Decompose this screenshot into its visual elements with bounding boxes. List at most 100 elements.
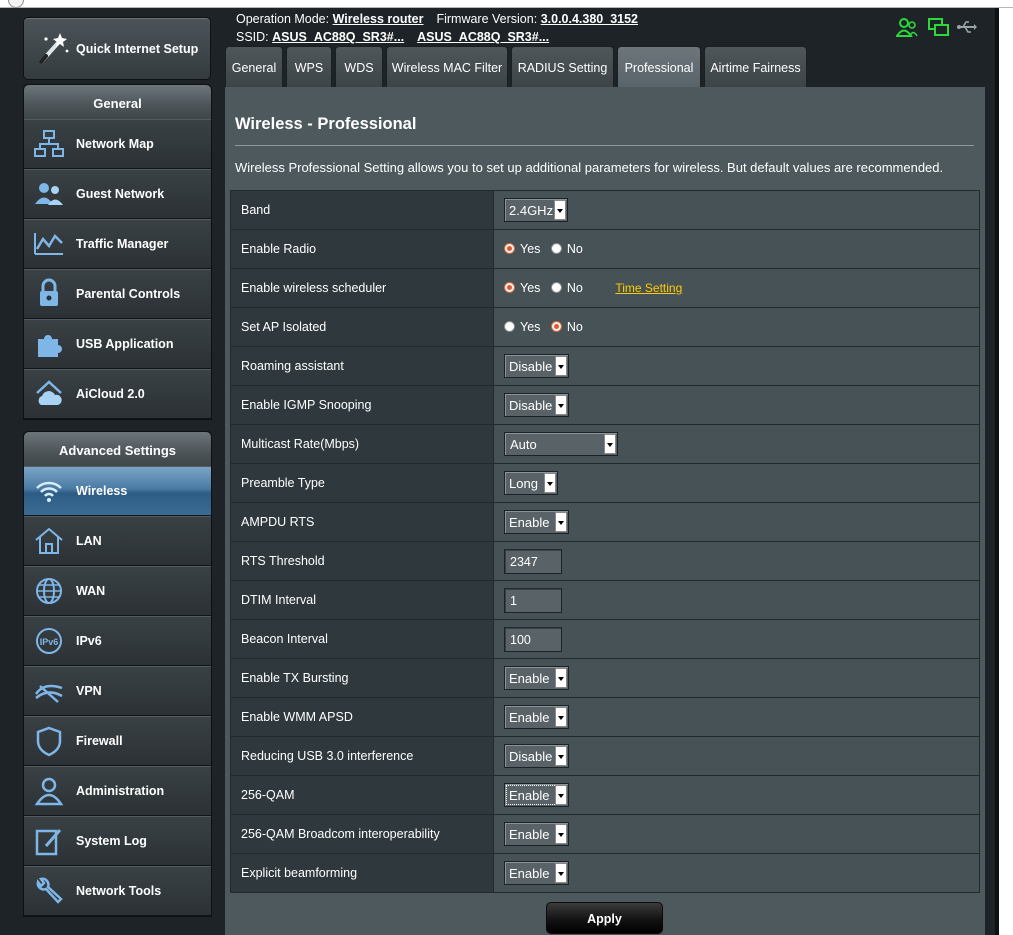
tab-wireless-mac-filter[interactable]: Wireless MAC Filter [386,46,508,87]
menu-item-usb-application[interactable]: USB Application [24,319,211,369]
setting-row-dtim-interval: DTIM Interval 1 [230,580,980,620]
rts-threshold-input[interactable]: 2347 [504,548,562,574]
band-select[interactable]: 2.4GHz [504,198,568,222]
beacon-interval-input[interactable]: 100 [504,626,562,652]
multicast-rate-select[interactable]: Auto [504,432,618,456]
menu-item-ipv6[interactable]: IPv6 IPv6 [24,616,211,666]
setting-label: DTIM Interval [230,580,494,620]
menu-item-vpn[interactable]: VPN [24,666,211,716]
firmware-version-link[interactable]: 3.0.0.4.380_3152 [541,12,638,26]
qam256-select[interactable]: Enable [504,783,569,807]
tab-airtime-fairness[interactable]: Airtime Fairness [704,46,807,87]
tx-bursting-select[interactable]: Enable [504,666,569,690]
quick-internet-setup-label: Quick Internet Setup [76,41,199,56]
ssid-link-2[interactable]: ASUS_AC88Q_SR3#... [417,30,549,44]
radio-label: No [566,242,583,257]
menu-item-label: WAN [76,584,106,598]
tab-professional[interactable]: Professional [617,46,701,87]
wmm-apsd-select[interactable]: Enable [504,705,569,729]
network-tools-wrench-icon [36,877,63,904]
setting-label: Multicast Rate(Mbps) [230,424,494,464]
network-map-icon [34,130,64,157]
usb3-interference-select[interactable]: Disable [504,744,569,768]
client-status-icon[interactable] [896,16,918,38]
traffic-manager-icon [34,233,63,255]
menu-item-label: Traffic Manager [76,237,169,251]
operation-mode-link[interactable]: Wireless router [333,12,424,26]
main-panel: Wireless - Professional Wireless Profess… [225,87,985,935]
ssid-label: SSID: [236,30,269,44]
setting-label: Enable IGMP Snooping [230,385,494,425]
setting-row-enable-radio: Enable Radio Yes No [230,229,980,269]
scheduler-yes-radio[interactable] [504,281,515,293]
status-icons [896,16,982,40]
tab-radius-setting[interactable]: RADIUS Setting [511,46,614,87]
general-menu-title: General [24,85,211,119]
roaming-assistant-select[interactable]: Disable [504,354,569,378]
router-status-info: Operation Mode: Wireless router Firmware… [236,10,638,46]
enable-radio-yes-radio[interactable] [504,242,515,254]
setting-label: Beacon Interval [230,619,494,659]
menu-item-label: Firewall [76,734,123,748]
menu-item-label: AiCloud 2.0 [76,387,145,401]
radio-label: Yes [520,320,541,335]
ssid-link-1[interactable]: ASUS_AC88Q_SR3#... [272,30,404,44]
menu-item-label: System Log [76,834,147,848]
menu-item-label: IPv6 [76,634,102,648]
window-right-edge [995,8,1013,935]
menu-item-administration[interactable]: Administration [24,766,211,816]
menu-item-label: USB Application [76,337,174,351]
menu-item-network-tools[interactable]: Network Tools [24,866,211,916]
usb-status-icon[interactable] [956,16,978,38]
menu-item-guest-network[interactable]: Guest Network [24,169,211,219]
menu-item-lan[interactable]: LAN [24,516,211,566]
guest-network-icon [35,183,63,205]
chevron-down-icon [555,824,567,844]
ampdu-rts-select[interactable]: Enable [504,510,569,534]
chevron-down-icon [555,707,567,727]
quick-internet-setup-button[interactable]: Quick Internet Setup [23,17,211,80]
scheduler-no-radio[interactable] [550,281,562,293]
wan-globe-icon [36,578,62,604]
chevron-down-icon [555,746,567,766]
ap-isolated-no-radio[interactable] [550,320,562,332]
menu-item-wan[interactable]: WAN [24,566,211,616]
menu-item-network-map[interactable]: Network Map [24,119,211,169]
page-title: Wireless - Professional [235,115,417,133]
menu-item-parental-controls[interactable]: Parental Controls [24,269,211,319]
network-status-icon[interactable] [928,16,950,38]
menu-item-firewall[interactable]: Firewall [24,716,211,766]
preamble-type-select[interactable]: Long [504,471,558,495]
setting-row-usb3-interference: Reducing USB 3.0 interference Disable [230,736,980,776]
time-setting-link[interactable]: Time Setting [615,281,682,295]
explicit-beamforming-select[interactable]: Enable [504,861,569,885]
menu-item-label: Wireless [76,484,128,498]
enable-radio-no-radio[interactable] [550,242,562,254]
wireless-icon [36,481,62,502]
tab-wds[interactable]: WDS [335,46,383,87]
qam256-broadcom-select[interactable]: Enable [504,822,569,846]
setting-label: Set AP Isolated [230,307,494,347]
setting-row-wmm-apsd: Enable WMM APSD Enable [230,697,980,737]
setting-row-rts-threshold: RTS Threshold 2347 [230,541,980,581]
radio-label: No [566,320,583,335]
menu-item-traffic-manager[interactable]: Traffic Manager [24,219,211,269]
apply-button[interactable]: Apply [546,902,663,934]
menu-item-wireless[interactable]: Wireless [24,466,211,516]
tab-general[interactable]: General [225,46,283,87]
setting-row-wireless-scheduler: Enable wireless scheduler Yes No Time Se… [230,268,980,308]
menu-item-label: VPN [76,684,102,698]
operation-mode-label: Operation Mode: [236,12,330,26]
menu-item-aicloud[interactable]: AiCloud 2.0 [24,369,211,419]
ap-isolated-yes-radio[interactable] [504,320,515,332]
tab-wps[interactable]: WPS [286,46,332,87]
setting-label: Enable wireless scheduler [230,268,494,308]
setting-label: Band [230,190,494,230]
firewall-shield-icon [36,726,62,757]
sidebar: Quick Internet Setup General Network Map… [0,8,220,935]
dtim-interval-input[interactable]: 1 [504,587,562,613]
aicloud-icon [36,380,62,405]
igmp-snooping-select[interactable]: Disable [504,393,569,417]
menu-item-system-log[interactable]: System Log [24,816,211,866]
menu-item-label: Parental Controls [76,287,181,301]
